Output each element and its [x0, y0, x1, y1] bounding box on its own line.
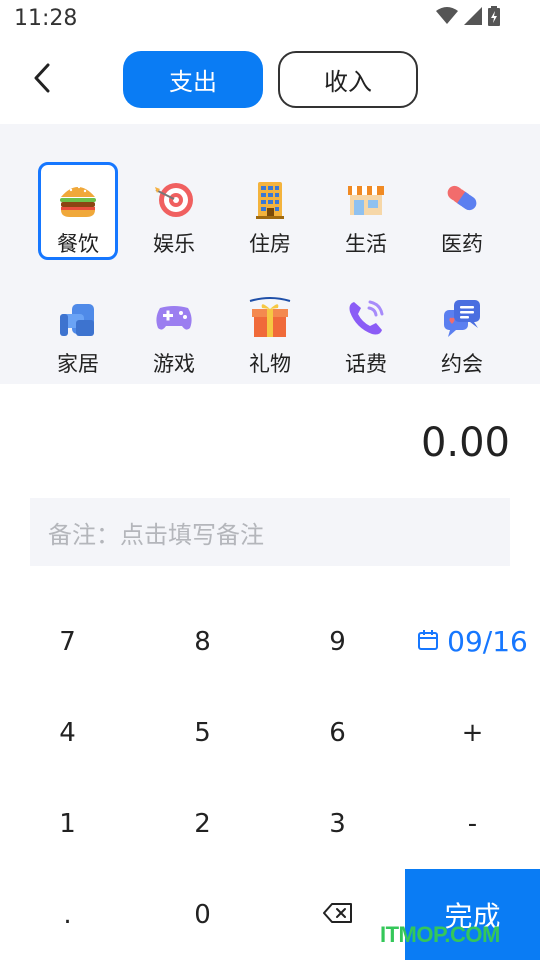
backspace-icon	[322, 900, 353, 930]
chat-heart-icon	[440, 296, 484, 340]
date-label: 09/16	[447, 625, 528, 658]
category-gift[interactable]: 礼物	[230, 282, 310, 380]
key-6[interactable]: 6	[270, 687, 405, 778]
key-9[interactable]: 9	[270, 596, 405, 687]
pill-icon	[440, 176, 484, 220]
phone-icon	[344, 296, 388, 340]
category-label: 游戏	[153, 352, 195, 376]
key-1[interactable]: 1	[0, 778, 135, 869]
shop-icon	[344, 176, 388, 220]
category-medicine[interactable]: 医药	[422, 162, 502, 260]
category-label: 生活	[345, 232, 387, 256]
status-bar: 11:28	[0, 0, 540, 38]
back-button[interactable]	[28, 62, 56, 98]
category-games[interactable]: 游戏	[134, 282, 214, 380]
signal-icon	[464, 7, 482, 29]
back-arrow-icon	[33, 63, 51, 97]
wifi-icon	[436, 7, 458, 29]
tab-expense[interactable]: 支出	[123, 51, 263, 108]
key-5[interactable]: 5	[135, 687, 270, 778]
category-living[interactable]: 生活	[326, 162, 406, 260]
status-time: 11:28	[14, 6, 78, 31]
category-grid: 餐饮 娱乐 住房 生活 医药 家居 游戏 礼物 话费 约会	[0, 124, 540, 384]
tab-income[interactable]: 收入	[278, 51, 418, 108]
calendar-icon	[417, 625, 439, 658]
key-4[interactable]: 4	[0, 687, 135, 778]
amount-display: 0.00	[420, 420, 510, 466]
category-label: 医药	[441, 232, 483, 256]
burger-icon	[56, 177, 100, 221]
key-3[interactable]: 3	[270, 778, 405, 869]
key-minus[interactable]: -	[405, 778, 540, 869]
category-label: 话费	[345, 352, 387, 376]
gamepad-icon	[152, 296, 196, 340]
category-label: 娱乐	[153, 232, 195, 256]
watermark: ITMOP.COM	[380, 922, 500, 947]
note-placeholder: 备注：点击填写备注	[48, 520, 264, 549]
key-0[interactable]: 0	[135, 869, 270, 960]
key-dot[interactable]: .	[0, 869, 135, 960]
building-icon	[248, 176, 292, 220]
category-label: 餐饮	[57, 232, 99, 256]
category-entertainment[interactable]: 娱乐	[134, 162, 214, 260]
category-label: 约会	[441, 352, 483, 376]
category-label: 家居	[57, 352, 99, 376]
gift-icon	[248, 296, 292, 340]
key-8[interactable]: 8	[135, 596, 270, 687]
category-dating[interactable]: 约会	[422, 282, 502, 380]
date-picker-button[interactable]: 09/16	[405, 596, 540, 687]
battery-icon	[488, 6, 500, 30]
key-plus[interactable]: +	[405, 687, 540, 778]
note-input[interactable]: 备注：点击填写备注	[30, 498, 510, 566]
key-2[interactable]: 2	[135, 778, 270, 869]
dart-target-icon	[152, 176, 196, 220]
category-home[interactable]: 家居	[38, 282, 118, 380]
sofa-icon	[56, 296, 100, 340]
category-phone-bill[interactable]: 话费	[326, 282, 406, 380]
category-label: 住房	[249, 232, 291, 256]
category-housing[interactable]: 住房	[230, 162, 310, 260]
status-icons	[436, 6, 500, 30]
category-label: 礼物	[249, 352, 291, 376]
key-7[interactable]: 7	[0, 596, 135, 687]
category-dining[interactable]: 餐饮	[38, 162, 118, 260]
header: 支出 收入	[0, 38, 540, 124]
